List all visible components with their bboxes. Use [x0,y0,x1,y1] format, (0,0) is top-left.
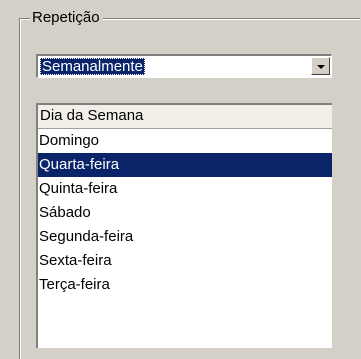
chevron-down-icon [317,65,325,69]
list-item[interactable]: Terça-feira [38,273,332,297]
list-item-selected[interactable]: Quarta-feira [38,153,332,177]
list-item[interactable]: Sexta-feira [38,249,332,273]
repetition-dropdown[interactable]: Semanalmente [36,54,332,78]
weekday-list[interactable]: Dia da Semana Domingo Quarta-feira Quint… [36,103,332,348]
list-item[interactable]: Sábado [38,201,332,225]
column-header-dia-da-semana[interactable]: Dia da Semana [38,105,332,129]
group-title: Repetição [30,9,103,27]
dropdown-selected-value: Semanalmente [40,58,145,75]
list-item[interactable]: Segunda-feira [38,225,332,249]
list-item[interactable]: Domingo [38,129,332,153]
list-item[interactable]: Quinta-feira [38,177,332,201]
dropdown-button[interactable] [311,57,330,75]
